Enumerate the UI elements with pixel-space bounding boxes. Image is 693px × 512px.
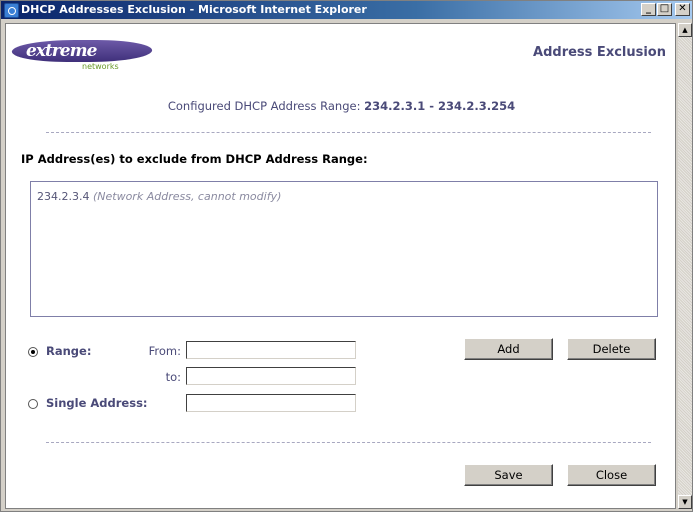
from-label: From:	[148, 344, 181, 358]
list-item[interactable]: 234.2.3.4 (Network Address, cannot modif…	[37, 190, 281, 203]
divider-bottom	[46, 442, 651, 443]
logo-subtext: networks	[82, 62, 119, 71]
excluded-address: 234.2.3.4	[37, 190, 90, 203]
range-from-input[interactable]	[186, 341, 356, 359]
configured-range: Configured DHCP Address Range: 234.2.3.1…	[6, 99, 675, 113]
page-title: Address Exclusion	[533, 45, 666, 60]
scroll-down-arrow-icon[interactable]: ▼	[678, 495, 692, 509]
single-address-radio[interactable]	[28, 399, 38, 409]
save-button[interactable]: Save	[464, 464, 553, 486]
logo-wordmark: extreme	[26, 41, 97, 61]
excluded-address-note: (Network Address, cannot modify)	[92, 190, 282, 203]
single-address-input[interactable]	[186, 394, 356, 412]
window-title: DHCP Addresses Exclusion - Microsoft Int…	[21, 3, 367, 16]
vertical-scrollbar[interactable]: ▲ ▼	[678, 23, 692, 509]
extreme-networks-logo: extreme networks	[8, 40, 162, 74]
close-button[interactable]: Close	[567, 464, 656, 486]
divider-top	[46, 132, 651, 133]
minimize-button[interactable]: _	[641, 3, 656, 16]
title-bar[interactable]: DHCP Addresses Exclusion - Microsoft Int…	[1, 1, 692, 19]
delete-button[interactable]: Delete	[567, 338, 656, 360]
range-label: Range:	[46, 344, 92, 358]
to-label: to:	[165, 370, 181, 384]
browser-window: DHCP Addresses Exclusion - Microsoft Int…	[0, 0, 693, 512]
close-window-button[interactable]: ✕	[675, 3, 690, 16]
exclusion-list[interactable]: 234.2.3.4 (Network Address, cannot modif…	[30, 181, 658, 317]
add-button[interactable]: Add	[464, 338, 553, 360]
range-value: 234.2.3.1 - 234.2.3.254	[364, 99, 516, 113]
maximize-button[interactable]: □	[657, 3, 672, 16]
range-radio[interactable]	[28, 347, 38, 357]
page-content: extreme networks Address Exclusion Confi…	[5, 23, 676, 509]
scroll-up-arrow-icon[interactable]: ▲	[678, 23, 692, 37]
exclusion-section-label: IP Address(es) to exclude from DHCP Addr…	[21, 152, 368, 166]
range-label: Configured DHCP Address Range:	[167, 99, 361, 113]
single-address-label: Single Address:	[46, 396, 148, 410]
range-to-input[interactable]	[186, 367, 356, 385]
internet-explorer-icon	[4, 3, 19, 18]
